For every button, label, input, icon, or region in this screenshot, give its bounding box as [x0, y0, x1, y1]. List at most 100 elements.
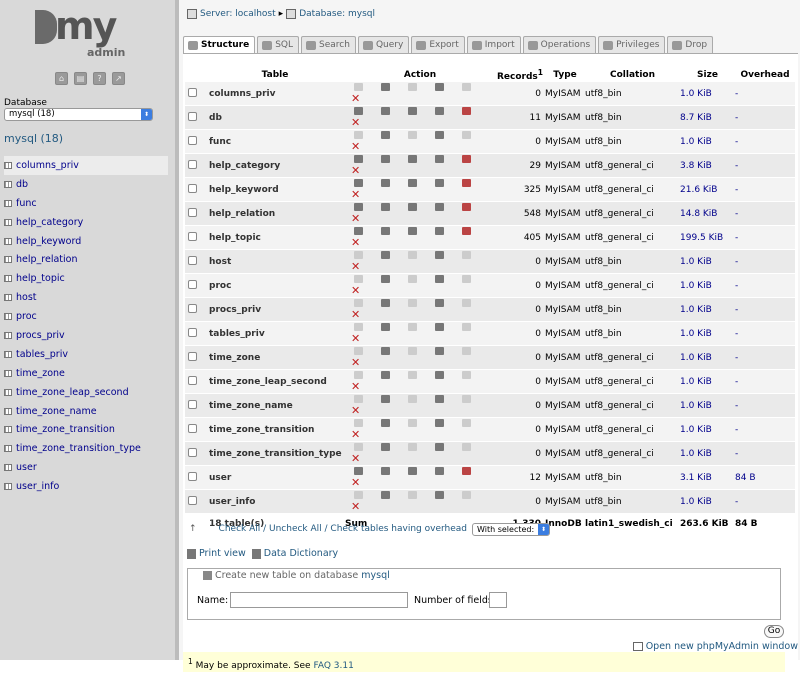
- search-icon[interactable]: [408, 82, 417, 91]
- sidebar-table-item[interactable]: procs_priv: [4, 326, 168, 345]
- table-icon[interactable]: [4, 218, 12, 226]
- structure-icon[interactable]: [381, 82, 390, 91]
- browse-icon[interactable]: [354, 178, 363, 187]
- sidebar-table-label[interactable]: time_zone_transition: [16, 424, 115, 435]
- search-icon[interactable]: [408, 394, 417, 403]
- empty-icon[interactable]: [462, 322, 471, 331]
- search-icon[interactable]: [408, 490, 417, 499]
- drop-icon[interactable]: ✕: [351, 164, 360, 177]
- empty-icon[interactable]: [462, 394, 471, 403]
- sidebar-table-item[interactable]: help_keyword: [4, 232, 168, 251]
- insert-icon[interactable]: [435, 298, 444, 307]
- sidebar-table-item[interactable]: time_zone_name: [4, 402, 168, 421]
- row-checkbox[interactable]: [188, 279, 197, 289]
- drop-icon[interactable]: ✕: [351, 116, 360, 129]
- sidebar-table-item[interactable]: time_zone_leap_second: [4, 383, 168, 402]
- sidebar-table-item[interactable]: db: [4, 175, 168, 194]
- size-link[interactable]: 1.0 KiB: [680, 489, 735, 514]
- browse-icon[interactable]: [354, 346, 363, 355]
- row-checkbox[interactable]: [188, 327, 197, 337]
- search-icon[interactable]: [408, 346, 417, 355]
- empty-icon[interactable]: [462, 154, 471, 163]
- insert-icon[interactable]: [435, 106, 444, 115]
- insert-icon[interactable]: [435, 130, 444, 139]
- empty-icon[interactable]: [462, 298, 471, 307]
- size-link[interactable]: 21.6 KiB: [680, 177, 735, 202]
- sidebar-table-item[interactable]: host: [4, 288, 168, 307]
- insert-icon[interactable]: [435, 250, 444, 259]
- new-window-link[interactable]: Open new phpMyAdmin window: [632, 641, 798, 652]
- table-name-link[interactable]: help_category: [205, 153, 345, 178]
- empty-icon[interactable]: [462, 442, 471, 451]
- table-icon[interactable]: [4, 331, 12, 339]
- drop-icon[interactable]: ✕: [351, 188, 360, 201]
- create-legend-db-link[interactable]: mysql: [361, 570, 390, 581]
- sidebar-table-label[interactable]: user: [16, 462, 37, 473]
- browse-icon[interactable]: [354, 226, 363, 235]
- tab-drop[interactable]: Drop: [667, 36, 714, 53]
- col-records[interactable]: Records1: [495, 68, 545, 82]
- tab-operations[interactable]: Operations: [522, 36, 597, 53]
- row-checkbox[interactable]: [188, 183, 197, 193]
- browse-icon[interactable]: [354, 250, 363, 259]
- empty-icon[interactable]: [462, 418, 471, 427]
- structure-icon[interactable]: [381, 394, 390, 403]
- insert-icon[interactable]: [435, 322, 444, 331]
- insert-icon[interactable]: [435, 466, 444, 475]
- search-icon[interactable]: [408, 370, 417, 379]
- sidebar-table-item[interactable]: help_relation: [4, 250, 168, 269]
- browse-icon[interactable]: [354, 130, 363, 139]
- sidebar-table-label[interactable]: host: [16, 292, 37, 303]
- sidebar-table-item[interactable]: time_zone: [4, 364, 168, 383]
- table-name-input[interactable]: [230, 592, 408, 608]
- drop-icon[interactable]: ✕: [351, 332, 360, 345]
- browse-icon[interactable]: [354, 298, 363, 307]
- sidebar-table-label[interactable]: help_topic: [16, 273, 65, 284]
- row-checkbox[interactable]: [188, 375, 197, 385]
- size-link[interactable]: 1.0 KiB: [680, 393, 735, 418]
- table-icon[interactable]: [4, 256, 12, 264]
- row-checkbox[interactable]: [188, 399, 197, 409]
- tab-structure[interactable]: Structure: [183, 36, 256, 53]
- drop-icon[interactable]: ✕: [351, 452, 360, 465]
- table-icon[interactable]: [4, 199, 12, 207]
- size-link[interactable]: 1.0 KiB: [680, 297, 735, 322]
- row-checkbox[interactable]: [188, 423, 197, 433]
- size-link[interactable]: 3.1 KiB: [680, 465, 735, 490]
- tab-privileges[interactable]: Privileges: [598, 36, 666, 53]
- row-checkbox[interactable]: [188, 255, 197, 265]
- browse-icon[interactable]: [354, 394, 363, 403]
- size-link[interactable]: 1.0 KiB: [680, 441, 735, 466]
- drop-icon[interactable]: ✕: [351, 428, 360, 441]
- drop-icon[interactable]: ✕: [351, 476, 360, 489]
- search-icon[interactable]: [408, 202, 417, 211]
- browse-icon[interactable]: [354, 442, 363, 451]
- insert-icon[interactable]: [435, 346, 444, 355]
- browse-icon[interactable]: [354, 466, 363, 475]
- table-name-link[interactable]: time_zone_name: [205, 393, 345, 418]
- structure-icon[interactable]: [381, 370, 390, 379]
- structure-icon[interactable]: [381, 154, 390, 163]
- row-checkbox[interactable]: [188, 159, 197, 169]
- check-all-links[interactable]: Check All / Uncheck All / Check tables h…: [219, 524, 467, 534]
- table-icon[interactable]: [4, 464, 12, 472]
- sidebar-table-item[interactable]: proc: [4, 307, 168, 326]
- size-link[interactable]: 1.0 KiB: [680, 82, 735, 106]
- table-icon[interactable]: [4, 483, 12, 491]
- tab-export[interactable]: Export: [411, 36, 465, 53]
- size-link[interactable]: 1.0 KiB: [680, 129, 735, 154]
- table-icon[interactable]: [4, 350, 12, 358]
- number-of-fields-input[interactable]: [489, 592, 507, 608]
- insert-icon[interactable]: [435, 394, 444, 403]
- table-name-link[interactable]: tables_priv: [205, 321, 345, 346]
- structure-icon[interactable]: [381, 442, 390, 451]
- search-icon[interactable]: [408, 106, 417, 115]
- drop-icon[interactable]: ✕: [351, 284, 360, 297]
- sidebar-table-label[interactable]: db: [16, 179, 28, 190]
- row-checkbox[interactable]: [188, 495, 197, 505]
- drop-icon[interactable]: ✕: [351, 380, 360, 393]
- sidebar-table-item[interactable]: func: [4, 194, 168, 213]
- phpmyadmin-logo[interactable]: my admin: [35, 4, 139, 60]
- sidebar-table-item[interactable]: tables_priv: [4, 345, 168, 364]
- empty-icon[interactable]: [462, 82, 471, 91]
